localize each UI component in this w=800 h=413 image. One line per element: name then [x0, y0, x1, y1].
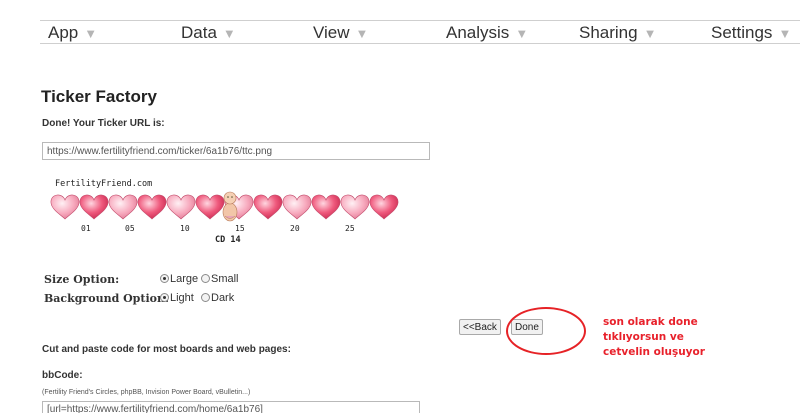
ticker-url-label: Done! Your Ticker URL is:: [42, 118, 165, 129]
ticker-url-field[interactable]: [42, 142, 430, 160]
ticker-heart: [253, 194, 283, 220]
ticker-heart: [108, 194, 138, 220]
size-large-radio[interactable]: Large: [160, 273, 198, 285]
ticker-heart: [137, 194, 167, 220]
bbcode-label: bbCode:: [42, 370, 83, 381]
size-option-label: Size Option:: [44, 273, 120, 286]
tick-label-15: 15: [235, 224, 245, 233]
chevron-down-icon: ▼: [515, 26, 529, 41]
ticker-heart: [195, 194, 225, 220]
menu-sharing[interactable]: Sharing ▼: [579, 23, 656, 43]
background-light-label: Light: [170, 292, 194, 304]
size-small-radio[interactable]: Small: [201, 273, 239, 285]
ticker-heart: [282, 194, 312, 220]
ticker-heart: [166, 194, 196, 220]
background-option-label: Background Option:: [44, 292, 170, 305]
background-light-radio[interactable]: Light: [160, 292, 194, 304]
menu-sharing-label: Sharing: [579, 23, 638, 42]
chevron-down-icon: ▼: [643, 26, 657, 41]
baby-marker-icon: [222, 191, 238, 222]
menu-bar: App ▼ Data ▼ View ▼ Analysis ▼ Sharing ▼ Sett…: [40, 20, 800, 44]
cycle-day-label: CD 14: [215, 235, 241, 245]
cut-paste-label: Cut and paste code for most boards and w…: [42, 344, 291, 355]
back-button[interactable]: <<Back: [459, 319, 501, 335]
chevron-down-icon: ▼: [355, 26, 369, 41]
ticker-heart: [50, 194, 80, 220]
menu-analysis-label: Analysis: [446, 23, 510, 42]
annotation-circle: [506, 307, 586, 355]
ticker-heart: [79, 194, 109, 220]
tick-label-05: 05: [125, 224, 135, 233]
background-dark-label: Dark: [211, 292, 235, 304]
tick-label-25: 25: [345, 224, 355, 233]
menu-data[interactable]: Data ▼: [181, 23, 236, 43]
menu-app-label: App: [48, 23, 79, 42]
size-small-label: Small: [211, 273, 239, 285]
menu-settings[interactable]: Settings ▼: [711, 23, 791, 43]
ticker-heart: [369, 194, 399, 220]
chevron-down-icon: ▼: [778, 26, 792, 41]
ticker-heart: [311, 194, 341, 220]
chevron-down-icon: ▼: [84, 26, 98, 41]
page-title: Ticker Factory: [41, 87, 157, 106]
bbcode-field[interactable]: [url=https://www.fertilityfriend.com/hom…: [42, 401, 420, 413]
menu-view[interactable]: View ▼: [313, 23, 368, 43]
menu-analysis[interactable]: Analysis ▼: [446, 23, 528, 43]
radio-icon: [201, 293, 210, 302]
annotation-note: son olarak done tıklıyorsun ve cetvelin …: [603, 316, 705, 358]
menu-data-label: Data: [181, 23, 217, 42]
menu-settings-label: Settings: [711, 23, 773, 42]
tick-label-10: 10: [180, 224, 190, 233]
bbcode-hint: (Fertility Friend's Circles, phpBB, Invi…: [42, 389, 251, 396]
size-large-label: Large: [170, 273, 199, 285]
menu-view-label: View: [313, 23, 350, 42]
tick-label-01: 01: [81, 224, 91, 233]
tick-label-20: 20: [290, 224, 300, 233]
chevron-down-icon: ▼: [222, 26, 236, 41]
ticker-preview: FertilityFriend.com 01 05 10 15 20 25 CD…: [48, 176, 410, 248]
radio-selected-icon: [160, 293, 169, 302]
radio-icon: [201, 274, 210, 283]
ticker-heart: [340, 194, 370, 220]
background-dark-radio[interactable]: Dark: [201, 292, 234, 304]
menu-app[interactable]: App ▼: [48, 23, 97, 43]
radio-selected-icon: [160, 274, 169, 283]
